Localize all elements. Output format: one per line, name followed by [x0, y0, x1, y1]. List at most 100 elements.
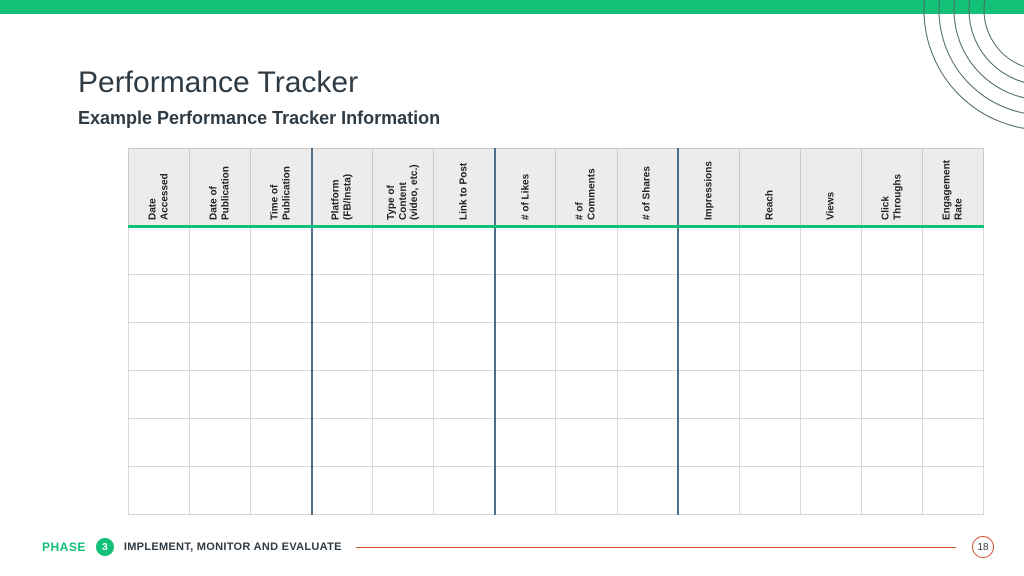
table-cell [312, 227, 373, 275]
table-cell [678, 467, 739, 515]
column-header-label: Views [825, 148, 837, 226]
table-cell [434, 323, 495, 371]
table-cell [495, 371, 556, 419]
table-cell [129, 467, 190, 515]
table-cell [739, 467, 800, 515]
column-header: Reach [739, 149, 800, 227]
table-cell [739, 419, 800, 467]
table-cell [434, 467, 495, 515]
table-cell [190, 275, 251, 323]
table-cell [190, 227, 251, 275]
column-header-label: Time ofPublication [269, 148, 292, 226]
top-accent-bar [0, 0, 1024, 14]
table-cell [800, 227, 861, 275]
table-cell [495, 323, 556, 371]
column-header-label: # ofComments [575, 148, 598, 226]
table-cell [678, 371, 739, 419]
table-row [129, 323, 984, 371]
table-cell [617, 275, 678, 323]
table-cell [251, 323, 312, 371]
tracker-header-row: DateAccessedDate ofPublicationTime ofPub… [129, 149, 984, 227]
table-cell [922, 323, 983, 371]
table-cell [434, 227, 495, 275]
phase-name: IMPLEMENT, MONITOR AND EVALUATE [124, 541, 342, 553]
table-cell [129, 371, 190, 419]
column-header-label: Platform(FB/Insta) [331, 148, 354, 226]
table-cell [373, 227, 434, 275]
footer-divider [356, 547, 956, 548]
table-cell [922, 227, 983, 275]
table-cell [556, 419, 617, 467]
table-row [129, 371, 984, 419]
table-cell [190, 419, 251, 467]
table-cell [373, 275, 434, 323]
table-cell [495, 419, 556, 467]
table-cell [129, 419, 190, 467]
column-header: # of Likes [495, 149, 556, 227]
column-header-label: EngagementRate [941, 148, 964, 226]
table-cell [739, 323, 800, 371]
table-cell [251, 371, 312, 419]
table-cell [617, 419, 678, 467]
table-cell [739, 227, 800, 275]
table-cell [556, 227, 617, 275]
table-cell [373, 419, 434, 467]
table-cell [434, 371, 495, 419]
table-cell [800, 467, 861, 515]
table-cell [800, 419, 861, 467]
table-cell [922, 371, 983, 419]
table-cell [556, 275, 617, 323]
slide-footer: PHASE 3 IMPLEMENT, MONITOR AND EVALUATE … [42, 536, 994, 558]
column-header-label: Link to Post [458, 148, 470, 226]
column-header: ClickThroughs [861, 149, 922, 227]
column-header: DateAccessed [129, 149, 190, 227]
tracker-table-container: DateAccessedDate ofPublicationTime ofPub… [128, 148, 984, 515]
table-cell [129, 227, 190, 275]
table-cell [556, 323, 617, 371]
page-number-badge: 18 [972, 536, 994, 558]
column-header-label: Type ofContent(video, etc.) [386, 148, 421, 226]
phase-label: PHASE [42, 540, 86, 554]
table-cell [556, 467, 617, 515]
column-header: Link to Post [434, 149, 495, 227]
column-header-label: # of Likes [520, 148, 532, 226]
table-cell [861, 323, 922, 371]
table-row [129, 467, 984, 515]
table-cell [251, 275, 312, 323]
table-cell [678, 275, 739, 323]
table-cell [739, 275, 800, 323]
table-cell [678, 419, 739, 467]
table-cell [922, 467, 983, 515]
table-cell [434, 419, 495, 467]
column-header: Impressions [678, 149, 739, 227]
table-cell [678, 227, 739, 275]
column-header: # ofComments [556, 149, 617, 227]
table-cell [373, 323, 434, 371]
column-header-label: Impressions [703, 148, 715, 226]
column-header-label: Reach [764, 148, 776, 226]
column-header-label: DateAccessed [148, 148, 171, 226]
phase-number-badge: 3 [96, 538, 114, 556]
table-cell [312, 419, 373, 467]
table-cell [861, 371, 922, 419]
column-header: Type ofContent(video, etc.) [373, 149, 434, 227]
table-cell [922, 275, 983, 323]
table-cell [861, 275, 922, 323]
table-cell [617, 371, 678, 419]
table-row [129, 275, 984, 323]
table-cell [800, 275, 861, 323]
table-cell [312, 467, 373, 515]
tracker-body [129, 227, 984, 515]
table-cell [861, 419, 922, 467]
column-header: EngagementRate [922, 149, 983, 227]
table-cell [739, 371, 800, 419]
table-cell [617, 467, 678, 515]
table-cell [861, 227, 922, 275]
table-cell [861, 467, 922, 515]
table-cell [251, 227, 312, 275]
table-cell [129, 275, 190, 323]
table-cell [678, 323, 739, 371]
table-cell [617, 323, 678, 371]
table-cell [312, 323, 373, 371]
column-header: Time ofPublication [251, 149, 312, 227]
